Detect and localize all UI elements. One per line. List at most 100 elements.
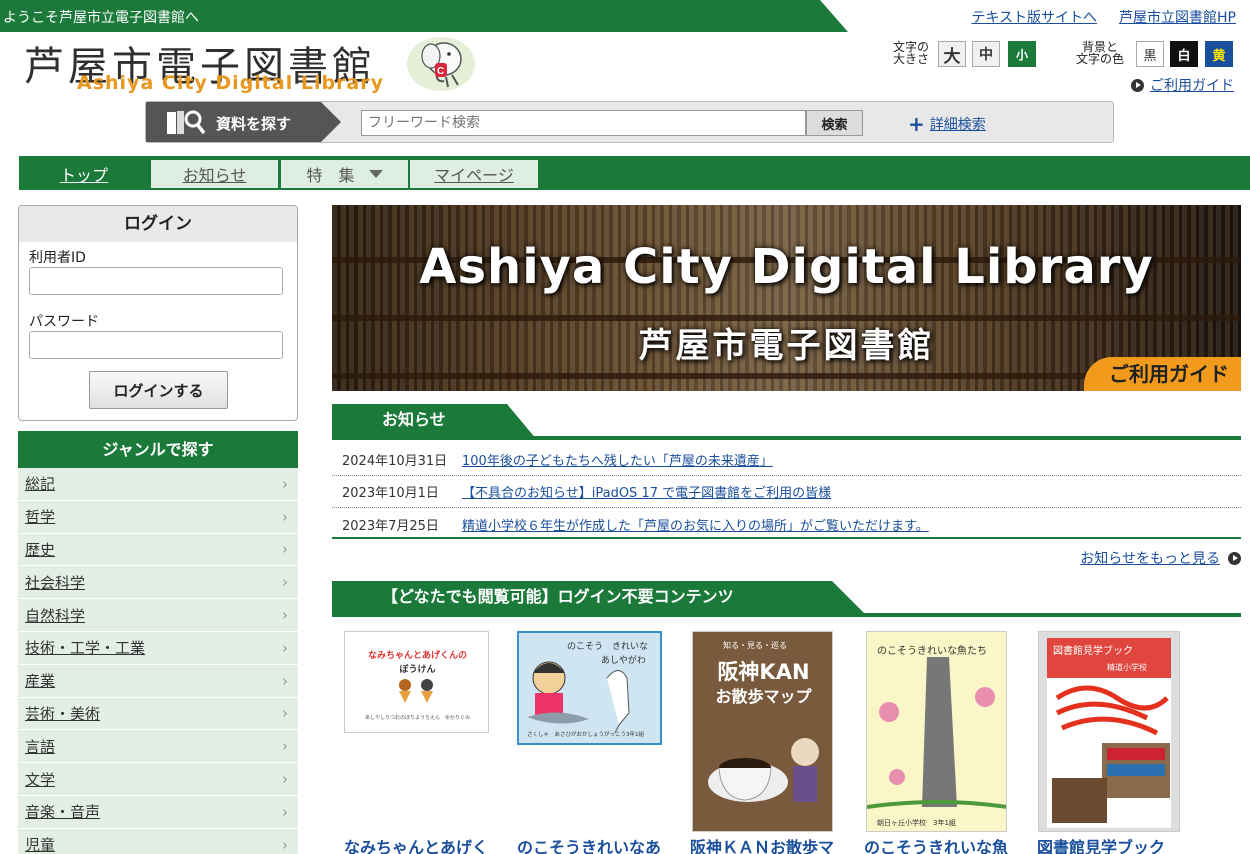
- tab-news[interactable]: お知らせ: [151, 160, 278, 188]
- content-title[interactable]: のこそうきれいな魚: [864, 834, 1011, 854]
- news-section-header: お知らせ: [332, 404, 1241, 440]
- genre-link[interactable]: 児童: [25, 834, 55, 854]
- user-id-input[interactable]: [29, 267, 283, 295]
- content-title[interactable]: なみちゃんとあげく: [344, 834, 489, 854]
- advanced-search-link[interactable]: + 詳細検索: [908, 114, 986, 134]
- news-date: 2023年7月25日: [342, 518, 439, 534]
- content-title[interactable]: のこそうきれいなあ: [517, 834, 664, 854]
- text-size-medium-button[interactable]: 中: [972, 41, 1000, 67]
- news-list: 2024年10月31日 100年後の子どもたちへ残したい「芦屋の未来遺産」 20…: [332, 444, 1241, 540]
- site-logo-english[interactable]: Ashiya City Digital Library: [77, 72, 384, 94]
- genre-link[interactable]: 技術・工学・工業: [25, 637, 145, 658]
- library-homepage-link[interactable]: 芦屋市立図書館HP: [1119, 7, 1236, 27]
- cover-subtitle: 朝日ヶ丘小学校 3年1組: [877, 819, 956, 827]
- cover-title: お散歩マップ: [715, 687, 812, 706]
- cover-subtitle: 精道小学校: [1107, 663, 1147, 672]
- login-button[interactable]: ログインする: [89, 371, 228, 409]
- genre-link[interactable]: 言語: [25, 736, 55, 757]
- genre-link[interactable]: 音楽・音声: [25, 801, 100, 822]
- advanced-search-text[interactable]: 詳細検索: [930, 114, 986, 134]
- genre-item[interactable]: 音楽・音声 ›: [18, 795, 298, 829]
- book-cover-ashiyagawa[interactable]: のこそう きれいな あしやがわ さくしゃ あさひがおかしょうがっこう3年1組: [517, 631, 662, 745]
- more-news-link[interactable]: お知らせをもっと見る: [1080, 548, 1241, 568]
- genre-link[interactable]: 文学: [25, 769, 55, 790]
- news-link[interactable]: 精道小学校６年生が作成した「芦屋のお気に入りの場所」がご覧いただけます。: [462, 515, 929, 534]
- list-item: 2024年10月31日 100年後の子どもたちへ残したい「芦屋の未来遺産」: [332, 444, 1241, 476]
- tab-top[interactable]: トップ: [19, 160, 149, 188]
- cover-title: 図書館見学ブック: [1053, 646, 1133, 657]
- cover-title: ぼうけん: [399, 665, 436, 675]
- tab-features-label[interactable]: 特 集: [306, 162, 354, 186]
- text-size-large-button[interactable]: 大: [938, 41, 966, 67]
- book-cover-hanshin-kan[interactable]: 知る・見る・巡る 阪神KAN お散歩マップ: [692, 631, 833, 832]
- genre-item[interactable]: 文学 ›: [18, 763, 298, 796]
- text-version-link[interactable]: テキスト版サイトへ: [971, 7, 1097, 27]
- genre-link[interactable]: 総記: [25, 473, 55, 494]
- chevron-right-icon: ›: [282, 802, 288, 821]
- cover-title: のこそうきれいな魚たち: [877, 646, 987, 657]
- genre-item[interactable]: 社会科学 ›: [18, 566, 298, 600]
- genre-link[interactable]: 社会科学: [25, 572, 85, 593]
- color-white-button[interactable]: 白: [1170, 41, 1198, 67]
- book-cover-fish[interactable]: のこそうきれいな魚たち 朝日ヶ丘小学校 3年1組: [866, 631, 1007, 832]
- chevron-right-icon: ›: [282, 573, 288, 592]
- color-scheme-label: 背景と 文字の色: [1076, 40, 1125, 66]
- genre-link[interactable]: 芸術・美術: [25, 703, 100, 724]
- tab-mypage-label[interactable]: マイページ: [434, 162, 514, 186]
- news-divider: [332, 537, 1241, 539]
- content-title-link[interactable]: 図書館見学ブック: [1037, 838, 1165, 854]
- chevron-right-icon: ›: [282, 507, 288, 526]
- tab-mypage[interactable]: マイページ: [410, 160, 538, 188]
- genre-item[interactable]: 芸術・美術 ›: [18, 697, 298, 731]
- genre-item[interactable]: 自然科学 ›: [18, 599, 298, 632]
- usage-guide-text[interactable]: ご利用ガイド: [1150, 75, 1234, 95]
- banner-title: Ashiya City Digital Library: [419, 239, 1154, 295]
- news-link[interactable]: 100年後の子どもたちへ残したい「芦屋の未来遺産」: [462, 450, 773, 469]
- color-yellow-button[interactable]: 黄: [1205, 41, 1233, 67]
- genre-item[interactable]: 哲学 ›: [18, 500, 298, 534]
- book-cover-namichan[interactable]: なみちゃんとあげくんの ぼうけん あしやしりつおのぼりようちえん ゆかりぐみ: [344, 631, 489, 733]
- password-input[interactable]: [29, 331, 283, 359]
- cover-subtitle: あしやしりつおのぼりようちえん ゆかりぐみ: [365, 715, 471, 721]
- news-link[interactable]: 【不具合のお知らせ】iPadOS 17 で電子図書館をご利用の皆様: [462, 482, 831, 501]
- user-id-label: 利用者ID: [29, 250, 86, 266]
- genre-item[interactable]: 総記 ›: [18, 468, 298, 501]
- content-title-link[interactable]: のこそうきれいな魚: [864, 838, 1008, 854]
- genre-link[interactable]: 哲学: [25, 506, 55, 527]
- more-news-text[interactable]: お知らせをもっと見る: [1080, 548, 1220, 568]
- child-and-heron-illustration: [527, 661, 630, 734]
- content-title[interactable]: 阪神ＫＡＮお散歩マ: [690, 834, 838, 854]
- genre-item[interactable]: 児童 ›: [18, 828, 298, 854]
- chevron-right-icon: ›: [282, 540, 288, 559]
- tab-top-label[interactable]: トップ: [60, 162, 108, 186]
- genre-item[interactable]: 歴史 ›: [18, 533, 298, 567]
- chevron-right-icon: ›: [282, 638, 288, 657]
- book-search-icon: [167, 110, 206, 135]
- genre-link[interactable]: 歴史: [25, 539, 55, 560]
- color-black-button[interactable]: 黒: [1136, 41, 1164, 67]
- genre-title: ジャンルで探す: [18, 431, 298, 468]
- genre-link[interactable]: 産業: [25, 670, 55, 691]
- genre-item[interactable]: 技術・工学・工業 ›: [18, 631, 298, 665]
- tab-news-label[interactable]: お知らせ: [183, 162, 247, 186]
- content-title-link[interactable]: のこそうきれいなあ: [517, 838, 661, 854]
- welcome-text: ようこそ芦屋市立電子図書館へ: [3, 10, 199, 26]
- banner-guide-button[interactable]: ご利用ガイド: [1084, 357, 1241, 391]
- free-word-search-input[interactable]: [361, 110, 806, 136]
- book-cover-library-tour[interactable]: 図書館見学ブック 精道小学校: [1038, 631, 1180, 832]
- content-title-link[interactable]: なみちゃんとあげく: [344, 838, 488, 854]
- hero-banner[interactable]: Ashiya City Digital Library 芦屋市電子図書館 ご利用…: [332, 205, 1241, 391]
- usage-guide-link[interactable]: ご利用ガイド: [1131, 75, 1234, 95]
- cover-subtitle: さくしゃ あさひがおかしょうがっこう3年1組: [527, 732, 645, 738]
- plus-icon: +: [908, 112, 925, 136]
- tab-features[interactable]: 特 集: [281, 160, 408, 188]
- content-title-link[interactable]: 阪神ＫＡＮお散歩マ: [690, 838, 834, 854]
- genre-item[interactable]: 言語 ›: [18, 730, 298, 764]
- text-size-small-button[interactable]: 小: [1008, 41, 1036, 67]
- chevron-right-icon: ›: [282, 671, 288, 690]
- search-button[interactable]: 検索: [806, 110, 863, 136]
- genre-link[interactable]: 自然科学: [25, 605, 85, 626]
- content-title[interactable]: 図書館見学ブック: [1037, 834, 1185, 854]
- scribble-and-bookshelf-illustration: [1052, 685, 1170, 823]
- genre-item[interactable]: 産業 ›: [18, 664, 298, 698]
